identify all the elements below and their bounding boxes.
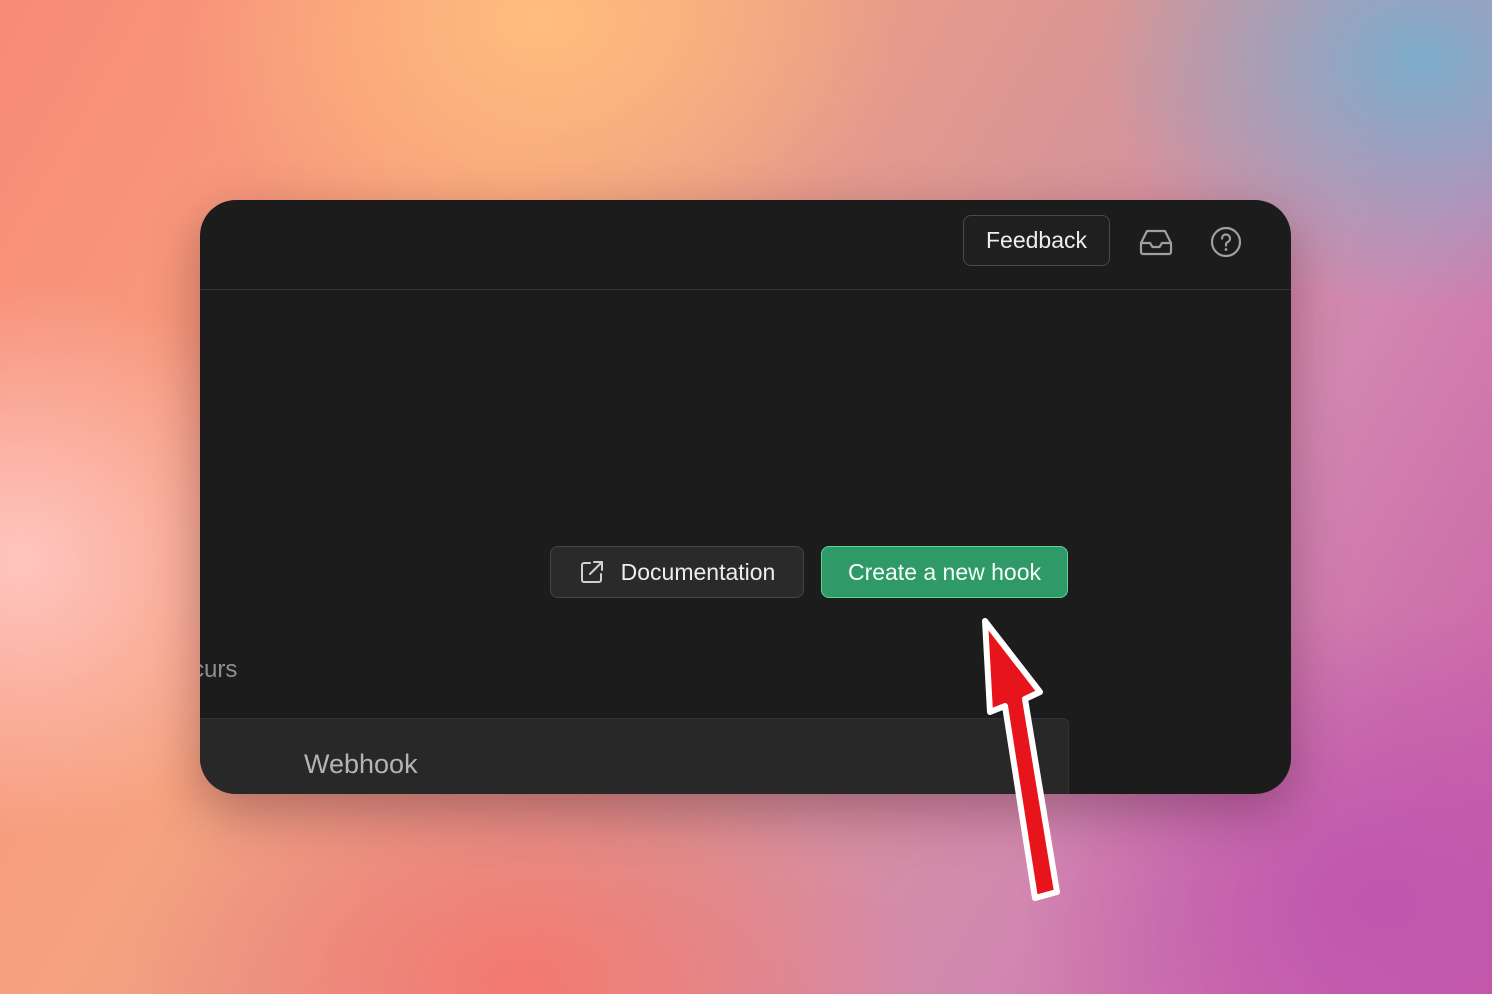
help-circle-icon	[1210, 226, 1242, 258]
inbox-icon	[1139, 229, 1173, 256]
documentation-button[interactable]: Documentation	[550, 546, 804, 598]
documentation-label: Documentation	[620, 558, 776, 585]
empty-state-actions: Documentation Create a new hook	[550, 546, 1068, 598]
clipped-description-text: curs	[200, 656, 238, 683]
table-column-header-webhook: Webhook	[304, 749, 418, 779]
external-link-icon	[580, 561, 603, 583]
hooks-table: Webhook	[200, 718, 1069, 794]
help-button[interactable]	[1206, 222, 1246, 262]
inbox-button[interactable]	[1136, 222, 1176, 262]
top-bar: Feedback	[200, 200, 1291, 290]
create-new-hook-button[interactable]: Create a new hook	[821, 546, 1068, 598]
feedback-button[interactable]: Feedback	[963, 215, 1110, 266]
app-window: Feedback curs Documentation Creat	[200, 200, 1291, 794]
